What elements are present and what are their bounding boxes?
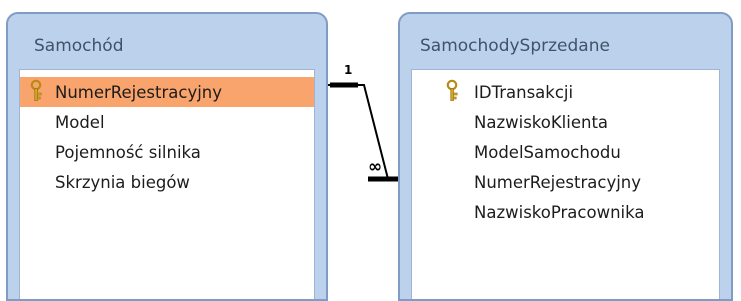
relationship-line[interactable]: 1 ∞ [0,0,741,301]
many-cardinality-label: ∞ [368,157,382,177]
relationships-canvas: Samochód NumerRejestracyjny Model Pojemn… [0,0,741,301]
one-cardinality-label: 1 [344,63,352,77]
